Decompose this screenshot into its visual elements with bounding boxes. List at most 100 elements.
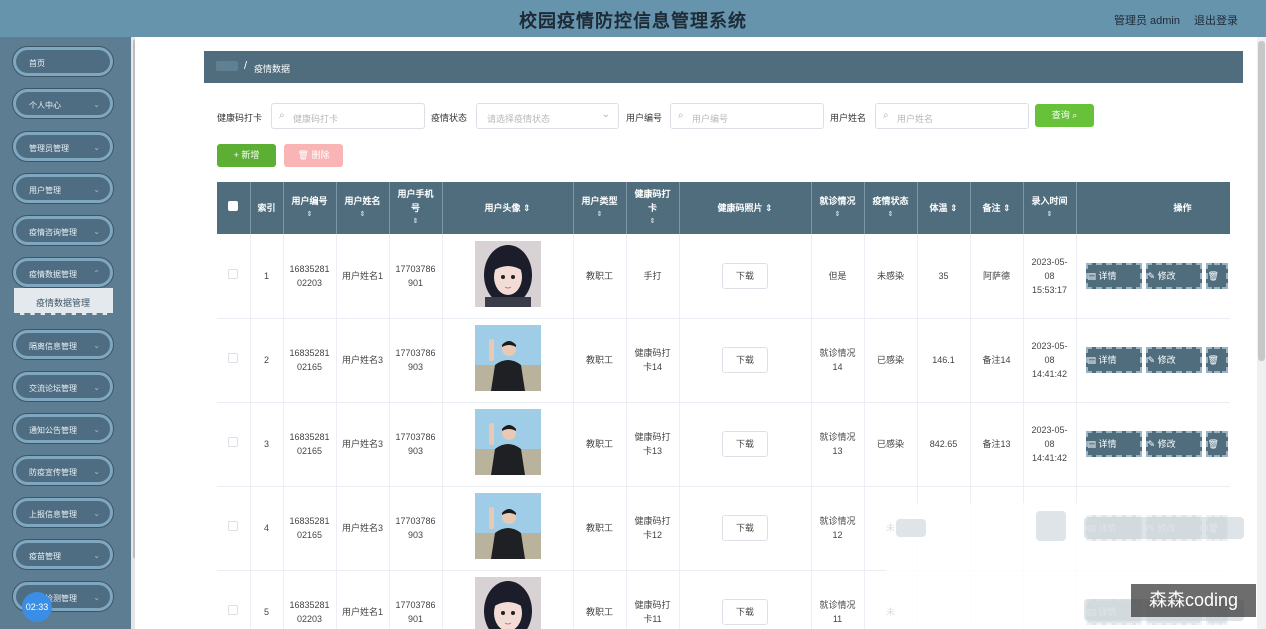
sidebar-item-label: 个人中心 [29,101,61,110]
row-checkbox-cell[interactable] [217,402,251,487]
sidebar-scrollbar-thumb[interactable] [133,39,135,559]
avatar[interactable] [475,493,541,559]
col-note[interactable]: 备注 ⇕ [970,182,1024,234]
cell-index: 4 [250,486,284,571]
sort-icon[interactable]: ⇕ [816,208,860,222]
sort-icon[interactable]: ⇕ [950,203,958,213]
home-icon[interactable] [216,61,238,71]
sidebar-item-users[interactable]: 用户管理 ⌄ [13,174,113,203]
col-health-code[interactable]: 健康码打卡 ⇕ [626,182,680,234]
detail-button[interactable]: ▤ 详情 [1085,431,1142,457]
avatar[interactable] [475,409,541,475]
select-all-header[interactable] [217,182,251,234]
user-name-input[interactable]: ⌕ 用户姓名 [875,103,1029,129]
chevron-up-icon: ⌃ [93,269,100,278]
logout-link[interactable]: 退出登录 [1194,12,1238,28]
user-no-label: 用户编号 [626,113,663,123]
cell-index: 3 [250,402,284,487]
col-visit[interactable]: 就诊情况 ⇕ [811,182,865,234]
row-checkbox-cell[interactable] [217,486,251,571]
checkbox[interactable] [228,353,239,363]
document-icon: ▤ [1087,439,1097,449]
avatar[interactable] [475,241,541,307]
col-user-no[interactable]: 用户编号 ⇕ [283,182,337,234]
add-button[interactable]: + 新增 [217,144,276,167]
sidebar-item-admin[interactable]: 管理员管理 ⌄ [13,132,113,161]
detail-button[interactable]: ▤ 详情 [1085,262,1142,289]
sidebar-item-isolation[interactable]: 隔离信息管理 ⌄ [13,330,113,359]
row-checkbox-cell[interactable] [217,234,251,319]
sidebar-item-notice[interactable]: 通知公告管理 ⌄ [13,414,113,443]
sort-icon[interactable]: ⇕ [288,208,332,222]
status-select[interactable]: 请选择疫情状态 ⌄ [476,103,619,129]
sort-icon[interactable]: ⇕ [1003,203,1011,213]
col-user-type[interactable]: 用户类型 ⇕ [573,182,627,234]
delete-row-button[interactable]: 🗑 [1205,262,1228,289]
sort-icon[interactable]: ⇕ [869,208,913,222]
edit-label: 修改 [1157,355,1176,365]
edit-button[interactable]: ✎ 修改 [1145,431,1202,457]
download-button[interactable]: 下载 [722,515,768,541]
trash-icon: 🗑 [297,150,309,160]
cell-phone: 17703786903 [389,486,443,571]
query-button[interactable]: 查询 ⌕ [1035,104,1094,127]
col-status[interactable]: 疫情状态 ⇕ [864,182,918,234]
sort-icon[interactable]: ⇕ [765,203,773,213]
download-button[interactable]: 下载 [722,599,768,625]
col-avatar[interactable]: 用户头像 ⇕ [442,182,574,234]
user-no-input[interactable]: ⌕ 用户编号 [670,103,824,129]
cell-user-no: 1683528102165 [283,402,337,487]
checkbox[interactable] [228,521,239,531]
cell-user-type: 教职工 [573,486,627,571]
cell-visit: 但是 [811,234,865,319]
sidebar-item-forum[interactable]: 交流论坛管理 ⌄ [13,372,113,401]
col-temp[interactable]: 体温 ⇕ [917,182,971,234]
col-code-photo[interactable]: 健康码照片 ⇕ [679,182,812,234]
detail-button[interactable]: ▤ 详情 [1085,347,1142,373]
cell-user-type: 教职工 [573,570,627,629]
row-checkbox-cell[interactable] [217,570,251,629]
edit-button[interactable]: ✎ 修改 [1145,347,1202,373]
checkbox[interactable] [228,201,239,211]
sidebar-item-home[interactable]: 首页 [13,47,113,76]
delete-row-button[interactable]: 🗑 [1205,347,1228,373]
page-scrollbar-thumb[interactable] [1258,41,1265,361]
sidebar-item-profile[interactable]: 个人中心 ⌄ [13,89,113,118]
sidebar-item-vaccine[interactable]: 疫苗管理 ⌄ [13,540,113,569]
checkbox[interactable] [228,437,239,447]
col-phone[interactable]: 用户手机号 ⇕ [389,182,443,234]
col-user-name[interactable]: 用户姓名 ⇕ [336,182,390,234]
col-time[interactable]: 录入时间 ⇕ [1023,182,1077,234]
delete-button[interactable]: 🗑 删除 [284,144,343,167]
sort-icon[interactable]: ⇕ [394,215,438,229]
top-header: 校园疫情防控信息管理系统 管理员 admin 退出登录 [0,0,1266,37]
cell-op: ▤ 详情✎ 修改🗑 [1076,234,1230,319]
cell-health-code: 健康码打卡13 [626,402,680,487]
cell-note: 阿萨德 [970,234,1024,319]
sort-icon[interactable]: ⇕ [341,208,385,222]
sort-icon[interactable]: ⇕ [1028,208,1072,222]
avatar[interactable] [475,577,541,629]
chevron-down-icon: ⌄ [93,143,100,152]
delete-row-button[interactable]: 🗑 [1205,431,1228,457]
sidebar-item-epidemic-data[interactable]: 疫情数据管理 ⌃ [13,258,113,287]
edit-button[interactable]: ✎ 修改 [1145,262,1202,289]
avatar[interactable] [475,325,541,391]
detail-label: 详情 [1098,439,1117,449]
sort-icon[interactable]: ⇕ [523,203,531,213]
page-scrollbar[interactable] [1257,37,1266,629]
download-button[interactable]: 下载 [722,262,768,289]
sort-icon[interactable]: ⇕ [578,208,622,222]
download-button[interactable]: 下载 [722,347,768,373]
sort-icon[interactable]: ⇕ [631,215,675,229]
sidebar-subitem-epidemic-data[interactable]: 疫情数据管理 [14,288,113,315]
sidebar-item-propaganda[interactable]: 防疫宣传管理 ⌄ [13,456,113,485]
checkbox[interactable] [228,268,239,279]
download-button[interactable]: 下载 [722,431,768,457]
sidebar-item-consult[interactable]: 疫情咨询管理 ⌄ [13,216,113,245]
sidebar-item-report[interactable]: 上报信息管理 ⌄ [13,498,113,527]
checkbox[interactable] [228,605,239,615]
row-checkbox-cell[interactable] [217,318,251,403]
health-code-input[interactable]: ⌕ 健康码打卡 [271,103,425,129]
cell-user-name: 用户姓名3 [336,486,390,571]
